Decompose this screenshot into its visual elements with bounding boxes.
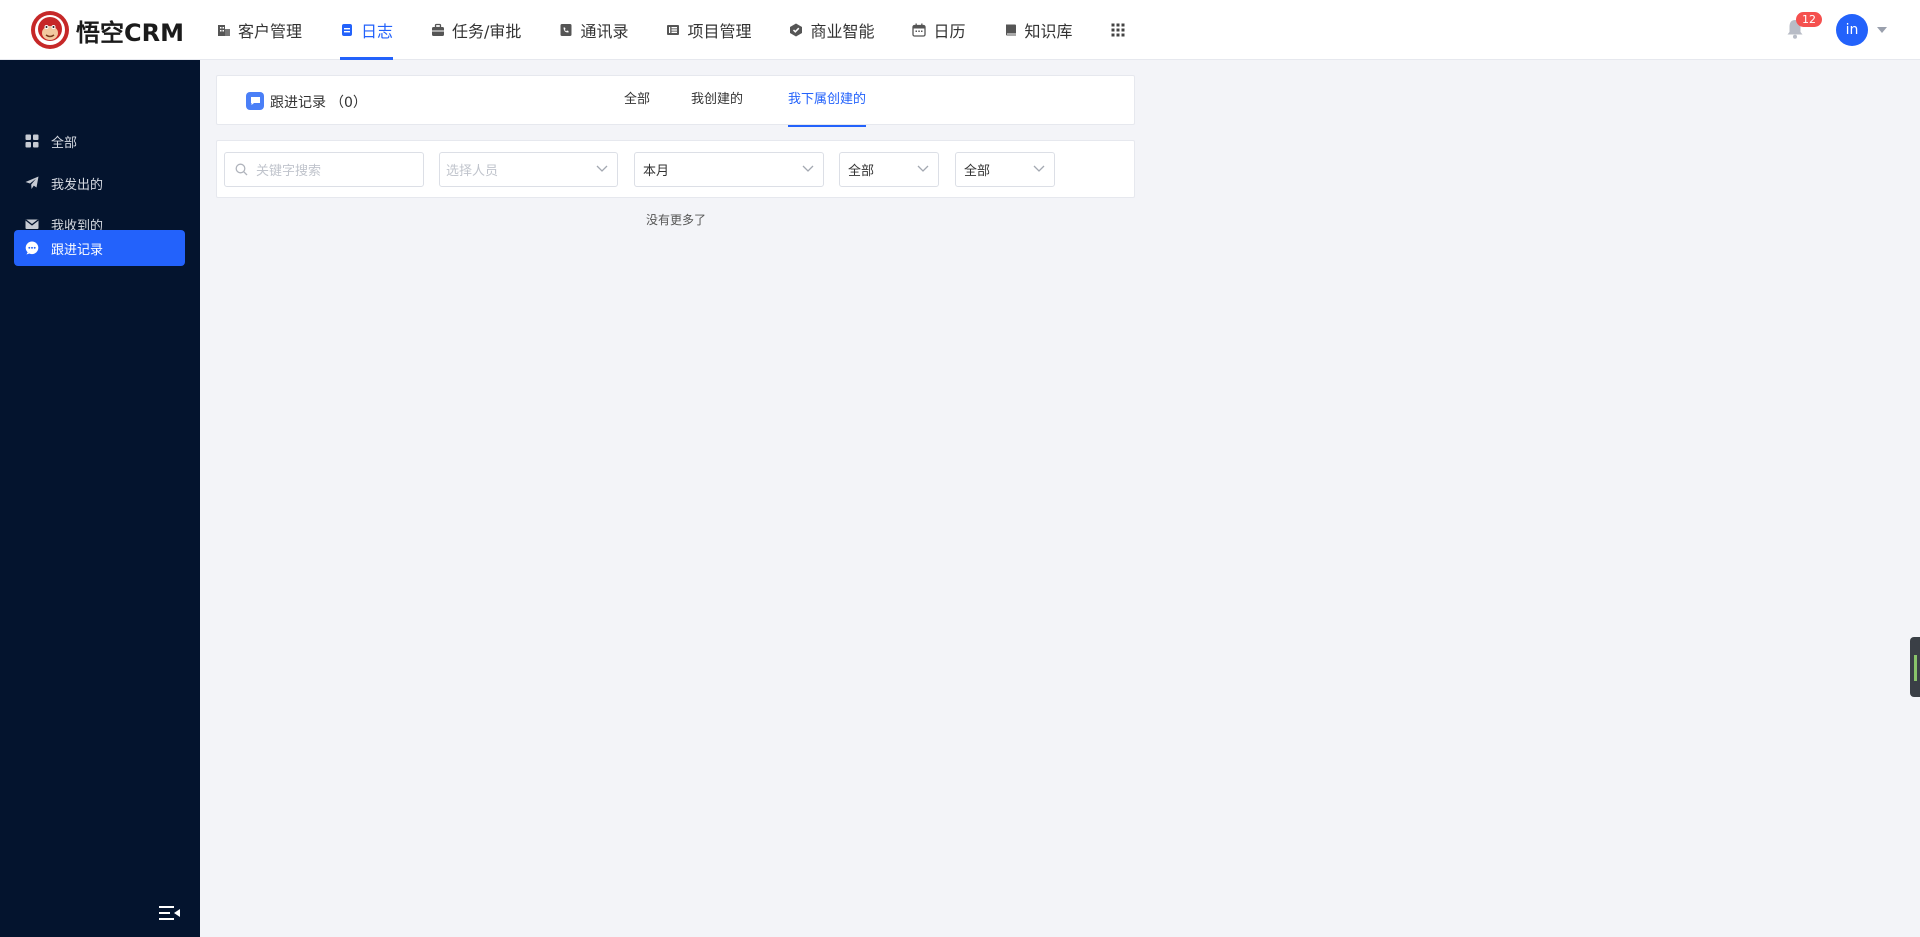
nav-item-business-intelligence[interactable]: 商业智能: [777, 0, 886, 60]
nav-item-label: 知识库: [1024, 22, 1073, 41]
nav-item-task-approval[interactable]: 任务/审批: [419, 0, 533, 60]
chat-bubble-icon: [246, 92, 264, 110]
period-select[interactable]: 本月: [634, 152, 824, 187]
panel-title-text: 跟进记录: [270, 95, 326, 111]
follow-up-panel-header: 跟进记录 （0） 全部 我创建的 我下属创建的: [216, 75, 1135, 127]
type2-select-value: 全部: [964, 164, 991, 179]
chevron-down-icon: [596, 165, 608, 172]
period-select-value: 本月: [643, 164, 670, 179]
panel-title: 跟进记录 （0）: [270, 92, 367, 112]
no-more-text: 没有更多了: [646, 213, 707, 227]
building-icon: [218, 25, 230, 36]
send-icon: [25, 176, 39, 189]
sidebar-item-sent[interactable]: 我发出的: [14, 165, 185, 201]
sidebar-item-follow-up-active[interactable]: 跟进记录: [14, 230, 185, 266]
dashboard-icon: [25, 134, 39, 148]
bi-icon: [790, 23, 803, 37]
tab-label: 我创建的: [691, 92, 744, 107]
tab-label: 全部: [624, 92, 651, 107]
sidebar-item-label: 跟进记录: [51, 242, 104, 258]
search-input[interactable]: 关键字搜索: [224, 152, 424, 187]
sidebar-item-all[interactable]: 全部: [14, 123, 185, 159]
monkey-logo-icon: [31, 11, 69, 49]
sidebar-item-label: 我发出的: [51, 177, 104, 193]
nav-item-customer[interactable]: 客户管理: [205, 0, 314, 60]
nav-item-knowledge-base[interactable]: 知识库: [992, 0, 1085, 60]
nav-item-label: 客户管理: [238, 22, 303, 41]
notification-count-badge: 12: [1796, 12, 1822, 27]
chat-icon: [25, 241, 39, 255]
tab-created-by-me[interactable]: 我创建的: [691, 76, 743, 126]
nav-item-label: 项目管理: [687, 22, 752, 41]
nav-item-project[interactable]: 项目管理: [654, 0, 763, 60]
nav-item-contacts[interactable]: 通讯录: [547, 0, 640, 60]
search-icon: [235, 163, 248, 176]
filter-bar: 关键字搜索 选择人员 本月 全部 全部: [216, 140, 1135, 198]
tab-label: 我下属创建的: [788, 92, 867, 107]
tab-created-by-subordinates[interactable]: 我下属创建的: [788, 76, 867, 127]
book-icon: [1005, 24, 1016, 36]
caret-down-icon[interactable]: [1877, 27, 1887, 34]
brand-logo[interactable]: 悟空CRM: [30, 10, 184, 50]
apps-menu-button[interactable]: [1099, 0, 1137, 60]
project-icon: [667, 25, 680, 35]
type-select[interactable]: 全部: [839, 152, 939, 187]
chevron-down-icon: [802, 165, 814, 172]
calendar-icon: [912, 23, 927, 37]
side-drawer-handle[interactable]: [1910, 637, 1920, 697]
nav-item-label: 日历: [933, 22, 966, 41]
user-avatar[interactable]: in: [1836, 14, 1868, 46]
search-placeholder: 关键字搜索: [256, 164, 322, 179]
menu-collapse-icon[interactable]: [159, 905, 181, 921]
chevron-down-icon: [917, 165, 929, 172]
nav-item-label: 任务/审批: [452, 22, 522, 41]
person-select[interactable]: 选择人员: [439, 152, 618, 187]
grid-apps-icon: [1111, 23, 1125, 37]
type2-select[interactable]: 全部: [955, 152, 1055, 187]
briefcase-icon: [432, 23, 445, 36]
main-nav: 客户管理 日志 任务/审批 通讯录 项目管理 商业智能 日历 知识库: [205, 0, 1137, 60]
type-select-value: 全部: [848, 164, 875, 179]
sidebar-item-label: 全部: [51, 135, 78, 151]
chevron-down-icon: [1033, 165, 1045, 172]
nav-item-label: 商业智能: [810, 22, 875, 41]
person-select-placeholder: 选择人员: [446, 164, 499, 179]
nav-item-calendar[interactable]: 日历: [900, 0, 977, 60]
tab-all[interactable]: 全部: [624, 76, 650, 126]
record-count: （0）: [330, 95, 367, 111]
top-navigation-bar: 悟空CRM 客户管理 日志 任务/审批 通讯录 项目管理 商业智能 日历 知识库…: [0, 0, 1920, 60]
nav-item-journal[interactable]: 日志: [328, 0, 405, 60]
nav-item-label: 通讯录: [580, 22, 629, 41]
brand-name: 悟空CRM: [76, 18, 184, 47]
nav-item-label: 日志: [361, 22, 394, 41]
sidebar: 全部 我发出的 我收到的: [0, 60, 200, 937]
phone-book-icon: [560, 24, 572, 36]
envelope-icon: [25, 219, 39, 229]
journal-icon: [342, 24, 353, 36]
